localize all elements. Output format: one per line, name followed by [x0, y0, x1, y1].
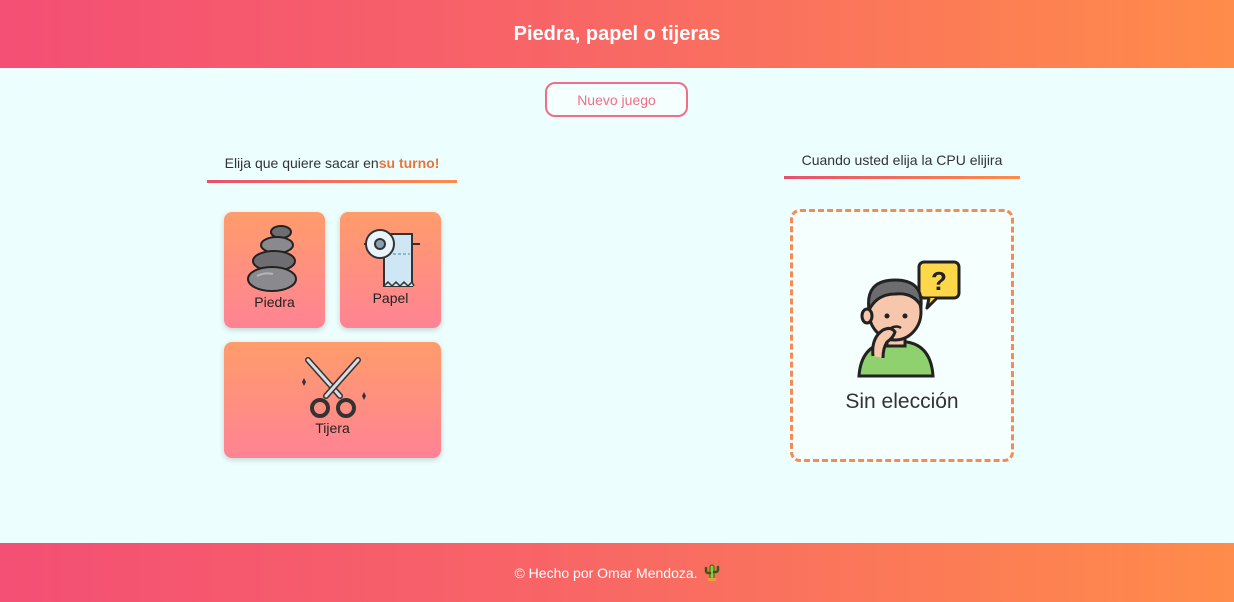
stones-icon	[246, 225, 297, 292]
player-prompt-accent: su turno!	[378, 155, 440, 171]
page-title: Piedra, papel o tijeras	[513, 22, 721, 45]
new-game-button[interactable]: Nuevo juego	[545, 82, 688, 117]
choice-piedra-label: Piedra	[254, 294, 295, 310]
toilet-paper-icon	[363, 229, 420, 288]
player-prompt-underline	[207, 180, 457, 183]
cpu-title-underline	[784, 176, 1020, 179]
footer-text: © Hecho por Omar Mendoza.	[514, 564, 698, 581]
choice-tijera-label: Tijera	[315, 420, 350, 436]
choice-tijera-button[interactable]: Tijera	[224, 342, 441, 458]
cactus-icon	[704, 564, 719, 581]
cpu-choice-panel: ? Sin elección	[790, 209, 1014, 462]
player-prompt: Elija que quiere sacar ensu turno!	[207, 155, 457, 171]
svg-text:?: ?	[931, 266, 947, 296]
app-footer: © Hecho por Omar Mendoza.	[0, 543, 1234, 602]
cpu-title: Cuando usted elija la CPU elijira	[801, 152, 1003, 168]
player-prompt-text: Elija que quiere sacar en	[224, 155, 379, 171]
choice-papel-label: Papel	[372, 290, 409, 306]
app-header: Piedra, papel o tijeras	[0, 0, 1234, 68]
choice-piedra-button[interactable]: Piedra	[224, 212, 325, 328]
scissors-icon	[301, 357, 366, 418]
choice-papel-button[interactable]: Papel	[340, 212, 441, 328]
cpu-result-label: Sin elección	[845, 390, 959, 413]
thinking-boy-icon: ?	[857, 260, 961, 378]
